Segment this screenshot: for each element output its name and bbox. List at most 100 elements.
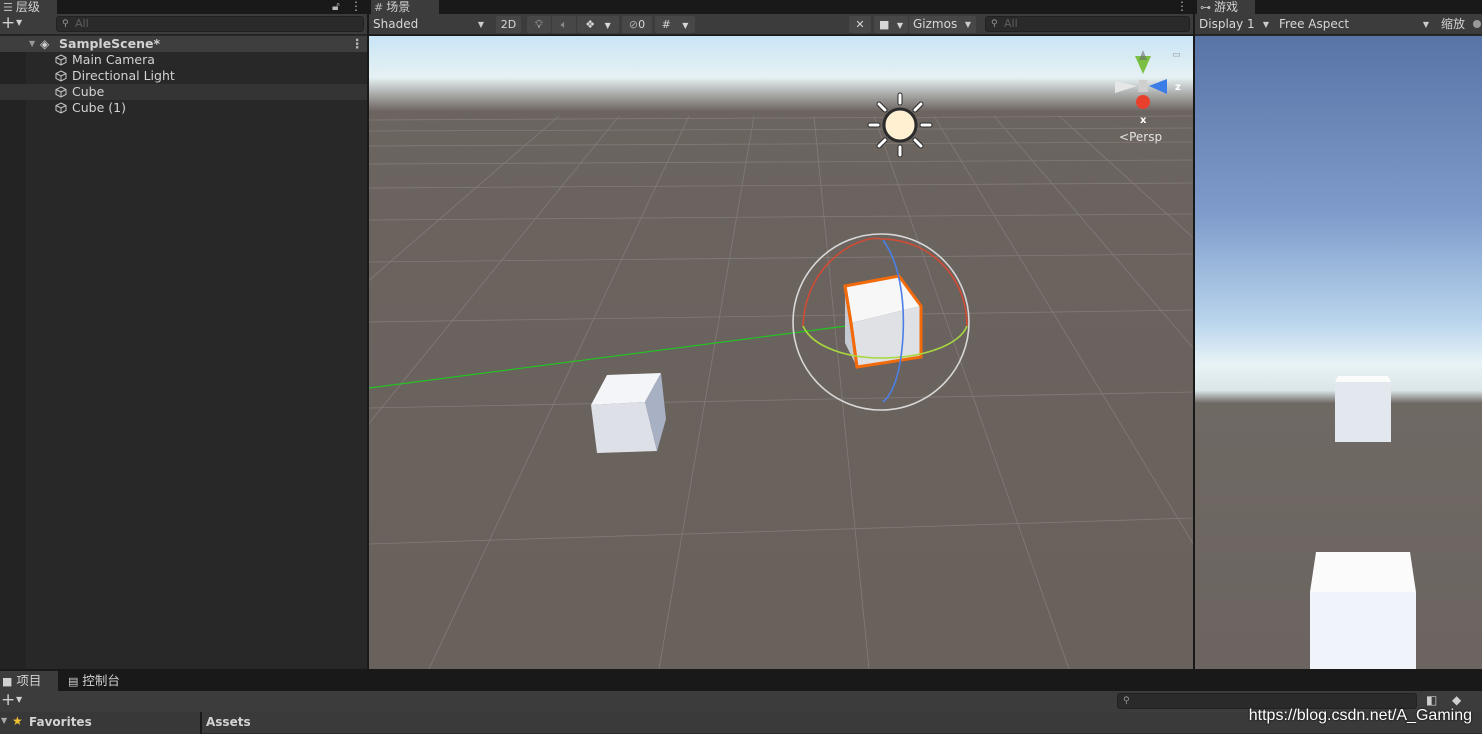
hierarchy-item[interactable]: Cube (1)	[0, 100, 367, 116]
tab-scene-label: 场景	[386, 0, 411, 14]
tab-hierarchy-label: 层级	[15, 0, 40, 14]
hierarchy-item[interactable]: Main Camera	[0, 52, 367, 68]
watermark-text: https://blog.csdn.net/A_Gaming	[1248, 707, 1472, 724]
add-icon[interactable]: +	[1, 690, 15, 710]
gizmos-dropdown[interactable]: Gizmos ▼	[909, 16, 976, 33]
foldout-icon[interactable]: ▼	[29, 36, 35, 52]
add-icon[interactable]: +	[1, 13, 15, 33]
scale-control[interactable]: 缩放	[1441, 16, 1481, 33]
console-icon: ▤	[68, 675, 79, 688]
grid-snap-icon: #	[661, 18, 671, 31]
cube-1-object[interactable]	[591, 373, 666, 453]
projection-label[interactable]: <Persp	[1119, 130, 1162, 144]
chevron-down-icon: ▼	[896, 21, 904, 30]
selected-cube-object[interactable]	[843, 274, 923, 369]
hierarchy-item-label: Cube	[72, 84, 105, 99]
tab-project[interactable]: ■ 项目	[0, 671, 58, 691]
toggle-2d-label: 2D	[500, 18, 517, 31]
project-favorites: ▼ ★ Favorites	[0, 712, 200, 734]
hierarchy-item-label: Main Camera	[72, 52, 155, 67]
hierarchy-item[interactable]: Cube	[0, 84, 367, 100]
aspect-dropdown[interactable]: Free Aspect ▼	[1275, 16, 1434, 33]
toggle-2d-button[interactable]: 2D	[496, 16, 521, 33]
add-dropdown-icon[interactable]: ▼	[16, 695, 22, 704]
gameobject-cube-icon	[55, 70, 67, 82]
lightbulb-icon: 💡︎	[535, 18, 543, 31]
tab-game[interactable]: ⊶ 游戏	[1197, 0, 1255, 14]
chevron-down-icon: ▼	[964, 20, 971, 29]
foldout-icon[interactable]: ▼	[1, 716, 7, 725]
tab-game-label: 游戏	[1214, 0, 1239, 14]
star-icon: ★	[12, 714, 23, 728]
scene-search-input[interactable]: ⚲ All	[985, 16, 1190, 32]
display-dropdown[interactable]: Display 1 ▼	[1195, 16, 1274, 33]
grid-icon: #	[374, 1, 384, 14]
speaker-icon: 🔈︎	[560, 18, 568, 31]
audio-toggle-button[interactable]: 🔈︎	[552, 16, 576, 33]
more-menu-icon[interactable]: ⋮	[350, 0, 362, 12]
gameobject-cube-icon	[55, 54, 67, 66]
scene-name: SampleScene*	[59, 36, 160, 51]
sun-icon[interactable]	[867, 92, 933, 158]
camera-settings-button[interactable]: ■ ▼	[874, 16, 908, 33]
filter-type-icon[interactable]: ◧	[1426, 693, 1437, 707]
gizmo-lock-icon[interactable]: ▭	[1172, 50, 1181, 60]
unity-scene-icon: ◈	[40, 37, 50, 51]
game-view	[1195, 36, 1482, 669]
hierarchy-item[interactable]: Directional Light	[0, 68, 367, 84]
game-cube-far	[1335, 376, 1391, 442]
game-panel: ⊶ 游戏 Display 1 ▼ Free Aspect ▼ 缩放	[1195, 0, 1482, 669]
chevron-down-icon: ▼	[1262, 20, 1269, 29]
scene-search-placeholder: All	[1004, 17, 1018, 30]
assets-breadcrumb[interactable]: Assets	[206, 715, 251, 729]
scene-viewport[interactable]: z x <Persp ▭	[369, 36, 1193, 669]
gamepad-icon: ⊶	[1200, 1, 1211, 14]
project-panel: ■ 项目 ▤ 控制台 + ▼ ⚲ ◧ ◆ ▼ ★ Favorites Asset…	[0, 671, 1482, 734]
hierarchy-search-placeholder: All	[75, 17, 89, 30]
hidden-count: 0	[638, 18, 646, 31]
hierarchy-panel: ☰ 层级 🔓︎ ⋮ + ▼ ⚲ All ▼ ◈ SampleScene* ⋮ Ma…	[0, 0, 367, 669]
tab-console-label: 控制台	[82, 673, 120, 688]
tools-icon: ✕	[855, 18, 865, 31]
hierarchy-item-label: Directional Light	[72, 68, 175, 83]
lock-icon[interactable]: 🔓︎	[332, 0, 340, 12]
hierarchy-search-input[interactable]: ⚲ All	[56, 16, 364, 32]
gameobject-cube-icon	[55, 86, 67, 98]
scale-label: 缩放	[1441, 17, 1466, 31]
game-cube-near	[1310, 552, 1416, 669]
gizmo-axis-x-label: x	[1140, 115, 1147, 126]
tools-button[interactable]: ✕	[849, 16, 871, 33]
chevron-down-icon: ▼	[604, 21, 611, 30]
scene-panel: # 场景 ⋮ Shaded ▼ 2D 💡︎ 🔈︎ ❖ ▼ ⊘0 # ▼ ✕ ■ …	[369, 0, 1193, 669]
tag-icon[interactable]: ◆	[1452, 693, 1461, 707]
game-tabbar: ⊶ 游戏	[1195, 0, 1482, 14]
chevron-down-icon: ▼	[682, 21, 689, 30]
grid-toggle-button[interactable]: # ▼	[655, 16, 695, 33]
effects-toggle-button[interactable]: ❖ ▼	[577, 16, 619, 33]
tab-hierarchy[interactable]: ☰ 层级	[0, 0, 57, 14]
scene-more-icon[interactable]: ⋮	[351, 36, 364, 52]
gizmos-label: Gizmos	[913, 17, 958, 31]
search-icon: ⚲	[62, 19, 69, 29]
add-dropdown-icon[interactable]: ▼	[16, 18, 22, 27]
projection-chevron-icon: <	[1119, 130, 1129, 144]
hierarchy-tabbar: ☰ 层级 🔓︎ ⋮	[0, 0, 367, 14]
chevron-down-icon: ▼	[477, 20, 484, 29]
scene-tabbar: # 场景 ⋮	[369, 0, 1193, 14]
hierarchy-toolbar: + ▼ ⚲ All	[0, 13, 367, 35]
hierarchy-gutter	[0, 35, 26, 669]
projection-label-text: Persp	[1129, 130, 1162, 144]
aspect-label: Free Aspect	[1279, 17, 1350, 31]
scale-slider-handle[interactable]	[1472, 20, 1481, 28]
more-menu-icon[interactable]: ⋮	[1176, 0, 1188, 12]
lighting-toggle-button[interactable]: 💡︎	[527, 16, 551, 33]
eye-slash-icon: ⊘	[628, 18, 639, 31]
shading-mode-dropdown[interactable]: Shaded ▼	[369, 16, 489, 33]
tab-console[interactable]: ▤ 控制台	[66, 671, 136, 691]
tab-scene[interactable]: # 场景	[371, 0, 439, 14]
hidden-objects-toggle-button[interactable]: ⊘0	[622, 16, 652, 33]
favorites-label[interactable]: Favorites	[29, 715, 92, 729]
display-label: Display 1	[1199, 17, 1255, 31]
hierarchy-scene-row[interactable]: ▼ ◈ SampleScene* ⋮	[0, 36, 367, 52]
game-toolbar: Display 1 ▼ Free Aspect ▼ 缩放	[1195, 14, 1482, 35]
